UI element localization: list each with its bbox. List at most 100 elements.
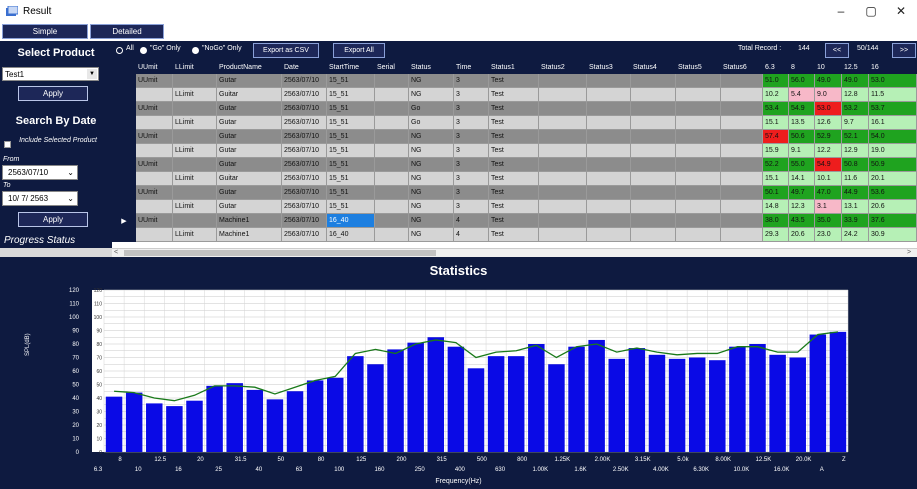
freq-cell[interactable]: 30.9 [869,228,917,242]
table-cell[interactable]: 15_51 [327,172,375,186]
table-cell[interactable]: Test [489,228,539,242]
freq-cell[interactable]: 12.2 [815,144,842,158]
table-row[interactable]: ▶ UUmit Machine1 2563/07/10 16_40 NG 4 Test 38.0… [112,214,917,228]
freq-cell[interactable]: 53.0 [869,74,917,88]
freq-cell[interactable]: 55.0 [789,158,815,172]
column-header[interactable]: Status4 [631,60,676,74]
table-cell[interactable] [587,88,631,102]
table-cell[interactable] [375,130,409,144]
freq-cell[interactable]: 14.1 [789,172,815,186]
table-cell[interactable]: 2563/07/10 [282,158,327,172]
table-cell[interactable]: LLimit [173,228,217,242]
table-cell[interactable] [136,88,173,102]
table-cell[interactable] [721,214,763,228]
table-cell[interactable] [539,74,587,88]
freq-cell[interactable]: 15.9 [763,144,789,158]
table-cell[interactable]: UUmit [136,130,173,144]
table-cell[interactable] [539,228,587,242]
freq-cell[interactable]: 49.0 [842,74,869,88]
table-cell[interactable]: 2563/07/10 [282,228,327,242]
table-cell[interactable] [676,130,721,144]
table-cell[interactable] [539,214,587,228]
table-cell[interactable]: 4 [454,228,489,242]
table-cell[interactable] [539,102,587,116]
freq-cell[interactable]: 33.9 [842,214,869,228]
column-header[interactable]: Status2 [539,60,587,74]
freq-cell[interactable]: 12.6 [815,116,842,130]
table-cell[interactable]: 2563/07/10 [282,144,327,158]
table-cell[interactable]: UUmit [136,214,173,228]
freq-cell[interactable]: 13.1 [842,200,869,214]
column-header[interactable]: 12.5 [842,60,869,74]
table-cell[interactable]: 2563/07/10 [282,116,327,130]
column-header[interactable]: 8 [789,60,815,74]
freq-cell[interactable]: 10.1 [815,172,842,186]
table-cell[interactable]: 15_51 [327,88,375,102]
table-cell[interactable] [631,88,676,102]
freq-cell[interactable]: 54.0 [869,130,917,144]
table-cell[interactable] [721,102,763,116]
table-cell[interactable] [676,116,721,130]
freq-cell[interactable]: 10.2 [763,88,789,102]
freq-cell[interactable]: 50.6 [789,130,815,144]
table-cell[interactable] [587,228,631,242]
table-cell[interactable]: Gutar [217,74,282,88]
filter-all-radio[interactable] [116,47,123,54]
column-header[interactable]: ProductName [217,60,282,74]
tab-simple[interactable]: Simple [2,24,88,39]
row-header[interactable] [112,88,136,102]
row-header[interactable]: ▶ [112,214,136,228]
row-header[interactable] [112,200,136,214]
table-cell[interactable] [173,102,217,116]
table-cell[interactable] [676,186,721,200]
row-header[interactable] [112,228,136,242]
row-header[interactable] [112,144,136,158]
table-cell[interactable] [136,228,173,242]
table-row[interactable]: LLimit Guitar 2563/07/10 15_51 NG 3 Test 15.1 14… [112,172,917,186]
table-cell[interactable] [721,144,763,158]
export-csv-button[interactable]: Export as CSV [253,43,319,58]
table-row[interactable]: UUmit Gutar 2563/07/10 15_51 NG 3 Test 57.4 50.6… [112,130,917,144]
table-cell[interactable]: 3 [454,102,489,116]
table-cell[interactable]: 3 [454,144,489,158]
column-header[interactable]: 10 [815,60,842,74]
table-cell[interactable]: NG [409,228,454,242]
freq-cell[interactable]: 50.1 [763,186,789,200]
table-cell[interactable]: Machine1 [217,214,282,228]
freq-cell[interactable]: 11.6 [842,172,869,186]
table-cell[interactable]: NG [409,88,454,102]
freq-cell[interactable]: 54.9 [815,158,842,172]
column-header[interactable]: LLimit [173,60,217,74]
table-cell[interactable]: Test [489,74,539,88]
minimize-button[interactable]: – [826,2,856,20]
next-page-button[interactable]: >> [892,43,916,58]
table-cell[interactable]: 15_51 [327,186,375,200]
row-header[interactable] [112,158,136,172]
table-cell[interactable]: Gutar [217,158,282,172]
scroll-thumb[interactable] [124,250,436,256]
table-cell[interactable] [375,214,409,228]
freq-cell[interactable]: 49.7 [789,186,815,200]
table-row[interactable]: UUmit Gutar 2563/07/10 15_51 NG 3 Test 51.0 56.0… [112,74,917,88]
table-cell[interactable] [375,74,409,88]
table-cell[interactable]: 2563/07/10 [282,88,327,102]
table-cell[interactable] [631,74,676,88]
column-header[interactable]: Status3 [587,60,631,74]
freq-cell[interactable]: 51.0 [763,74,789,88]
freq-cell[interactable]: 53.4 [763,102,789,116]
freq-cell[interactable]: 19.0 [869,144,917,158]
column-header[interactable]: UUmit [136,60,173,74]
freq-cell[interactable]: 37.6 [869,214,917,228]
table-cell[interactable] [539,158,587,172]
table-cell[interactable] [631,214,676,228]
table-cell[interactable] [539,144,587,158]
row-header[interactable] [112,116,136,130]
table-cell[interactable]: 3 [454,200,489,214]
freq-cell[interactable]: 3.1 [815,200,842,214]
table-cell[interactable] [375,116,409,130]
table-cell[interactable]: NG [409,144,454,158]
table-cell[interactable]: 3 [454,116,489,130]
column-header[interactable]: Status [409,60,454,74]
freq-cell[interactable]: 47.0 [815,186,842,200]
table-row[interactable]: UUmit Gutar 2563/07/10 15_51 NG 3 Test 50.1 49.7… [112,186,917,200]
